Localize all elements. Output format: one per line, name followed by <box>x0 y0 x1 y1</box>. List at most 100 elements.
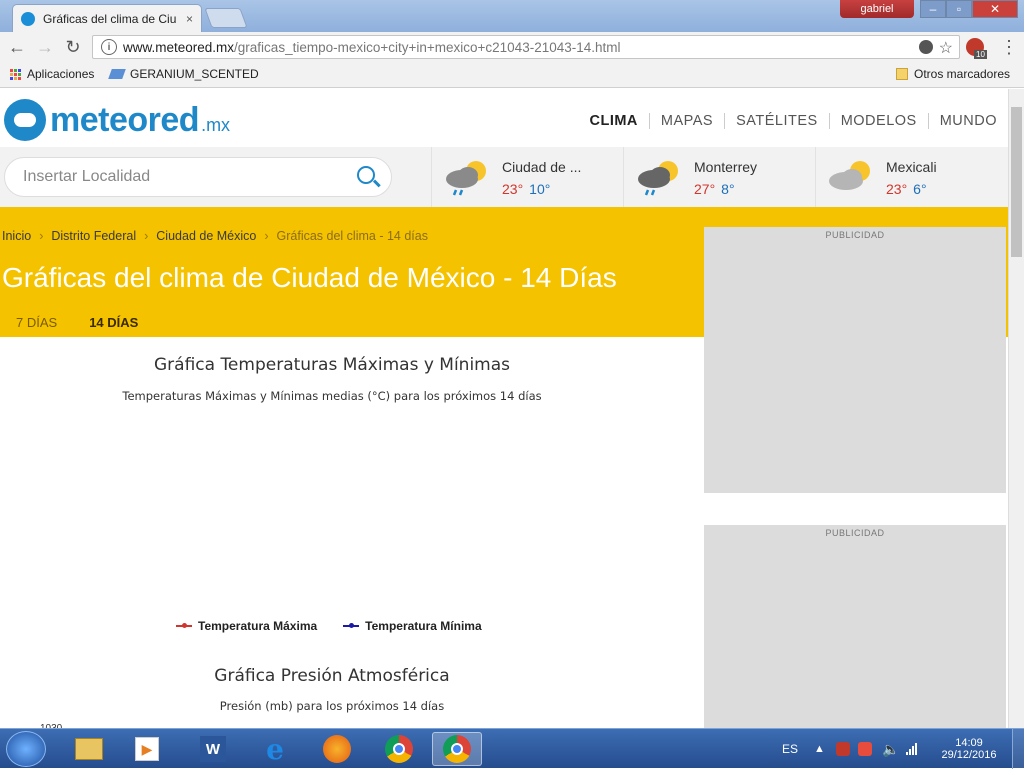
bookmarks-bar: Aplicaciones GERANIUM_SCENTED Otros marc… <box>0 62 1024 88</box>
temperature-chart: 0102030Temperatura (°C)Jue - 29Vie - 30S… <box>0 405 680 615</box>
site-header: meteored .mx CLIMA MAPAS SATÉLITES MODEL… <box>0 89 1008 147</box>
ad-slot-top[interactable]: PUBLICIDAD <box>704 227 1006 493</box>
reload-button[interactable]: ↻ <box>62 37 84 57</box>
pressure-chart-title: Gráfica Presión Atmosférica <box>214 666 450 686</box>
page-content: meteored .mx CLIMA MAPAS SATÉLITES MODEL… <box>0 89 1008 728</box>
internet-explorer-icon[interactable]: e <box>250 732 300 766</box>
legend-swatch-max <box>176 623 192 628</box>
other-bookmarks[interactable]: Otros marcadores <box>896 67 1010 81</box>
explorer-icon[interactable] <box>64 732 114 766</box>
city-name: Monterrey <box>694 159 758 175</box>
period-tabs: 7 DÍAS 14 DÍAS <box>0 315 154 330</box>
close-window-button[interactable]: ✕ <box>972 0 1018 18</box>
city-min: 10° <box>529 181 551 197</box>
breadcrumb-distrito-federal[interactable]: Distrito Federal <box>51 229 136 243</box>
ad-slot-bottom[interactable]: PUBLICIDAD <box>704 525 1006 728</box>
breadcrumb: Inicio › Distrito Federal › Ciudad de Mé… <box>2 229 428 243</box>
bookmark-apps[interactable]: Aplicaciones <box>10 67 94 81</box>
minimize-button[interactable]: – <box>920 0 946 18</box>
tray-antivirus-icon[interactable] <box>858 729 872 769</box>
legend-item-min[interactable]: Temperatura Mínima <box>343 619 482 633</box>
tab-7-dias[interactable]: 7 DÍAS <box>0 315 73 330</box>
city-card-ciudad-de-mexico[interactable]: Ciudad de ... 23° 10° <box>431 147 623 207</box>
tab-14-dias[interactable]: 14 DÍAS <box>73 315 154 330</box>
bookmark-label: Aplicaciones <box>27 67 95 81</box>
chevron-right-icon: › <box>264 229 269 243</box>
rain-sun-icon <box>638 161 678 196</box>
start-button[interactable] <box>6 731 46 767</box>
location-search-input[interactable]: Insertar Localidad <box>4 157 392 197</box>
nav-satelites[interactable]: SATÉLITES <box>724 113 829 129</box>
nav-mundo[interactable]: MUNDO <box>927 113 1008 129</box>
legend-label-min: Temperatura Mínima <box>365 619 482 633</box>
city-temps: 27° 8° <box>694 181 735 197</box>
back-button[interactable]: ← <box>6 37 28 57</box>
word-icon[interactable]: W <box>188 732 238 766</box>
nav-modelos[interactable]: MODELOS <box>828 113 928 129</box>
chrome-icon[interactable] <box>374 732 424 766</box>
site-logo[interactable]: meteored .mx <box>4 99 230 141</box>
bookmark-geranium[interactable]: GERANIUM_SCENTED <box>108 67 259 81</box>
profile-name: gabriel <box>860 3 894 15</box>
windows-taskbar: ▶ W e ES ▲ 🔈 14:09 29/12/2016 <box>0 728 1024 769</box>
chevron-right-icon: › <box>39 229 44 243</box>
city-min: 6° <box>913 181 927 197</box>
tray-app-icon[interactable] <box>836 729 850 769</box>
tray-show-hidden-icon[interactable]: ▲ <box>814 729 825 769</box>
page-scrollbar[interactable] <box>1008 89 1024 728</box>
address-bar[interactable]: i www.meteored.mx/graficas_tiempo-mexico… <box>92 35 960 59</box>
info-icon[interactable]: i <box>101 39 117 55</box>
menu-icon[interactable]: ⋮ <box>998 37 1020 57</box>
media-player-icon[interactable]: ▶ <box>122 732 172 766</box>
city-max: 23° <box>502 181 524 197</box>
logo-tld: .mx <box>201 114 231 135</box>
clock-date: 29/12/2016 <box>941 749 997 761</box>
city-name: Ciudad de ... <box>502 159 582 175</box>
network-icon[interactable] <box>906 729 917 769</box>
language-indicator[interactable]: ES <box>782 729 798 769</box>
other-bookmarks-label: Otros marcadores <box>914 67 1011 81</box>
bookmark-label: GERANIUM_SCENTED <box>130 67 259 81</box>
forward-button[interactable]: → <box>34 37 56 57</box>
browser-titlebar: Gráficas del clima de Ciu × gabriel – ▫ … <box>0 0 1024 32</box>
legend-item-max[interactable]: Temperatura Máxima <box>176 619 317 633</box>
close-tab-icon[interactable]: × <box>186 12 193 26</box>
chrome-active-icon[interactable] <box>432 732 482 766</box>
city-temps: 23° 10° <box>502 181 550 197</box>
city-temps: 23° 6° <box>886 181 927 197</box>
incognito-translate-icon[interactable] <box>919 40 933 54</box>
url-path: /graficas_tiempo-mexico+city+in+mexico+c… <box>234 39 621 55</box>
chevron-right-icon: › <box>144 229 149 243</box>
clock-time: 14:09 <box>955 737 983 749</box>
browser-toolbar: ← → ↻ i www.meteored.mx/graficas_tiempo-… <box>0 32 1024 62</box>
rain-sun-icon <box>446 161 486 196</box>
ad-label: PUBLICIDAD <box>825 528 885 538</box>
logo-brand: meteored <box>50 100 200 139</box>
city-max: 23° <box>886 181 908 197</box>
volume-icon[interactable]: 🔈 <box>882 729 899 769</box>
city-card-mexicali[interactable]: Mexicali 23° 6° <box>815 147 1008 207</box>
browser-tab[interactable]: Gráficas del clima de Ciu × <box>12 4 202 32</box>
breadcrumb-ciudad-de-mexico[interactable]: Ciudad de México <box>156 229 256 243</box>
clock[interactable]: 14:09 29/12/2016 <box>936 729 1002 769</box>
city-min: 8° <box>721 181 735 197</box>
new-tab-button[interactable] <box>204 8 248 28</box>
legend-swatch-min <box>343 623 360 628</box>
bookmark-page-icon <box>108 69 126 79</box>
nav-clima[interactable]: CLIMA <box>578 113 648 129</box>
breadcrumb-inicio[interactable]: Inicio <box>2 229 31 243</box>
breadcrumb-current: Gráficas del clima - 14 días <box>276 229 428 243</box>
page-title: Gráficas del clima de Ciudad de México -… <box>2 262 617 293</box>
city-card-monterrey[interactable]: Monterrey 27° 8° <box>623 147 815 207</box>
search-icon[interactable] <box>357 166 375 184</box>
cloud-sun-icon <box>829 161 870 190</box>
profile-button[interactable]: gabriel <box>840 0 914 18</box>
show-desktop-button[interactable] <box>1012 729 1024 769</box>
firefox-icon[interactable] <box>312 732 362 766</box>
pressure-chart-subtitle: Presión (mb) para los próximos 14 días <box>219 699 445 713</box>
maximize-button[interactable]: ▫ <box>946 0 972 18</box>
legend-label-max: Temperatura Máxima <box>198 619 318 633</box>
scrollbar-thumb[interactable] <box>1011 107 1022 257</box>
nav-mapas[interactable]: MAPAS <box>648 113 724 129</box>
bookmark-star-icon[interactable]: ☆ <box>939 38 953 58</box>
